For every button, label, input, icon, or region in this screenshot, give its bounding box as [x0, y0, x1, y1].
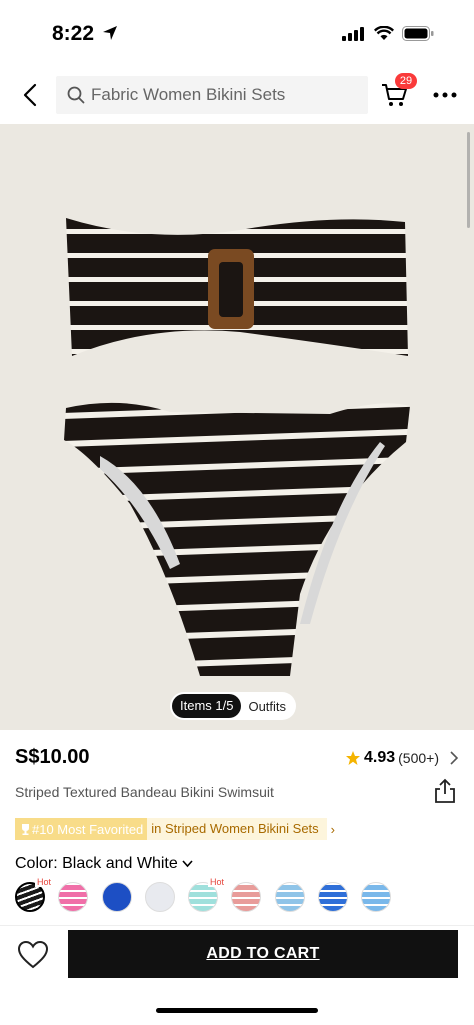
cellular-signal-icon — [342, 26, 364, 41]
header: Fabric Women Bikini Sets 29 — [0, 68, 474, 122]
color-label-text: Color: Black and White — [15, 855, 178, 872]
chevron-down-icon — [182, 860, 193, 868]
hot-tag: Hot — [35, 877, 54, 887]
swatch-sky-blue[interactable] — [361, 882, 391, 912]
more-button[interactable] — [430, 82, 460, 108]
rank-badge-text: #10 Most Favorited — [32, 821, 144, 837]
status-bar: 8:22 — [0, 0, 474, 62]
chevron-right-icon — [450, 751, 458, 765]
chevron-left-icon — [23, 83, 37, 107]
rank-chevron-icon: › — [330, 821, 336, 837]
location-arrow-icon — [103, 26, 117, 40]
add-to-cart-button[interactable]: ADD TO CART — [68, 930, 458, 978]
cart-count-badge: 29 — [395, 73, 417, 89]
battery-icon — [402, 26, 434, 41]
tab-items[interactable]: Items 1/5 — [172, 694, 242, 718]
back-button[interactable] — [14, 78, 46, 112]
tab-outfits[interactable]: Outfits — [241, 699, 294, 714]
hot-tag-2: Hot — [208, 877, 227, 887]
wifi-icon — [374, 26, 394, 40]
share-button[interactable] — [434, 778, 458, 804]
swatch-blue[interactable] — [102, 882, 132, 912]
product-image-gallery[interactable]: Items 1/5 Outfits — [0, 124, 474, 730]
heart-icon — [17, 940, 49, 969]
color-swatches: Hot Hot — [15, 877, 474, 914]
trophy-icon — [22, 823, 29, 835]
search-icon — [67, 86, 85, 104]
product-price: S$10.00 — [15, 746, 90, 768]
swatch-white[interactable] — [145, 882, 175, 912]
swatch-coral[interactable] — [231, 882, 261, 912]
search-input[interactable]: Fabric Women Bikini Sets — [56, 76, 368, 114]
more-dots-icon — [433, 92, 457, 98]
rating-value: 4.93 — [364, 749, 396, 766]
home-indicator[interactable] — [156, 1008, 318, 1013]
ranking-banner[interactable]: #10 Most Favorited in Striped Women Biki… — [15, 818, 335, 840]
product-title: Striped Textured Bandeau Bikini Swimsuit — [15, 784, 274, 800]
rank-badge: #10 Most Favorited — [15, 818, 148, 840]
swatch-pink[interactable] — [58, 882, 88, 912]
status-icons — [342, 26, 434, 41]
share-icon — [435, 778, 455, 803]
wishlist-button[interactable] — [17, 940, 51, 972]
rank-category: in Striped Women Bikini Sets — [147, 818, 327, 840]
gallery-tabs: Items 1/5 Outfits — [170, 692, 297, 720]
status-time: 8:22 — [52, 22, 95, 45]
search-text: Fabric Women Bikini Sets — [91, 85, 286, 104]
swatch-light-blue[interactable] — [275, 882, 305, 912]
star-icon — [346, 751, 360, 765]
bottom-divider — [0, 925, 474, 926]
rating-summary[interactable]: 4.93 (500+) — [345, 749, 458, 767]
bikini-product-image — [0, 124, 474, 730]
swatch-royal-blue[interactable] — [318, 882, 348, 912]
gallery-scrollbar — [467, 132, 470, 228]
rating-count: (500+) — [398, 750, 439, 766]
color-label[interactable]: Color: Black and White — [15, 855, 193, 873]
